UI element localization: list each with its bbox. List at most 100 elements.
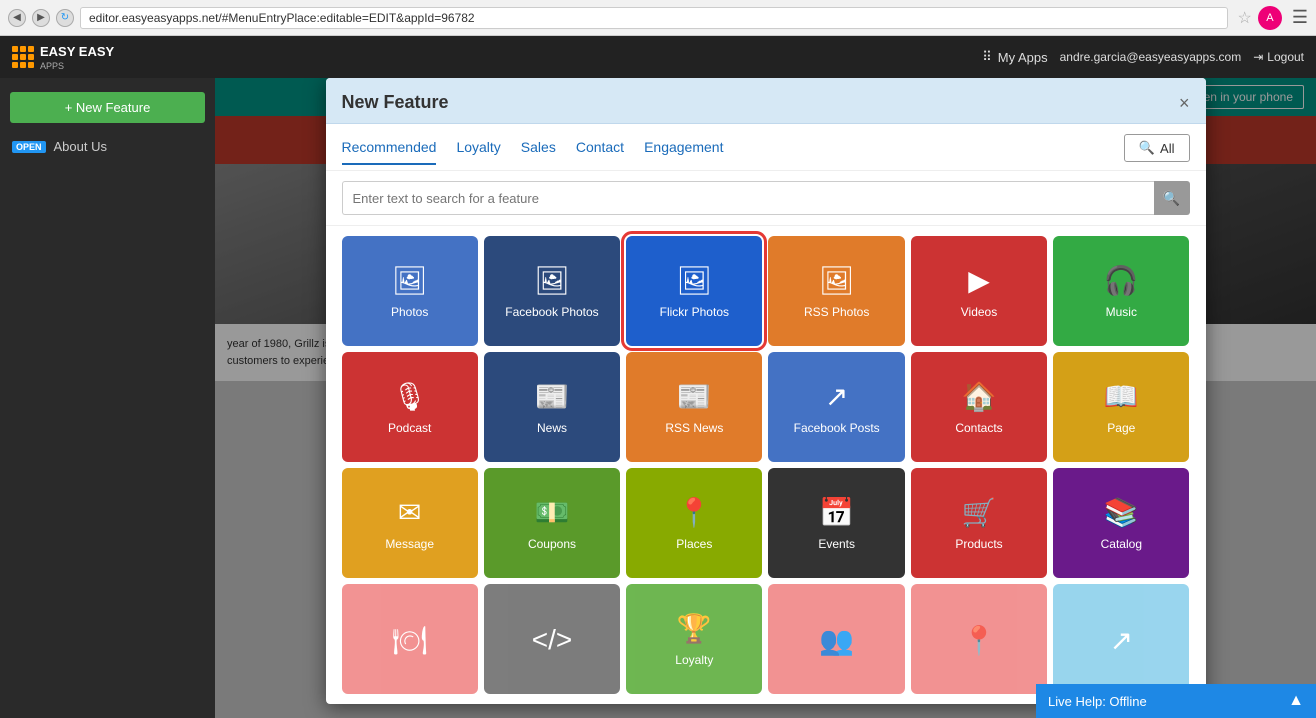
tab-contact[interactable]: Contact [576, 139, 624, 165]
browser-bar: ◀ ▶ ↻ ☆ A ☰ [0, 0, 1316, 36]
feature-grid: 🖼Photos🖼Facebook Photos🖼Flickr Photos🖼RS… [326, 226, 1206, 704]
feature-label: Products [955, 537, 1002, 553]
feature-item[interactable]: 📅 Events [768, 468, 904, 578]
feature-item[interactable]: 🎧 Music [1053, 236, 1189, 346]
feature-label: Loyalty [675, 653, 713, 669]
feature-label: Facebook Posts [794, 421, 880, 437]
tab-loyalty[interactable]: Loyalty [456, 139, 500, 165]
app-header: EASY EASY APPS ⠿ My Apps andre.garcia@ea… [0, 36, 1316, 78]
tab-engagement[interactable]: Engagement [644, 139, 723, 165]
feature-icon: ✉ [398, 496, 421, 529]
feature-item[interactable]: 🖼Flickr Photos [626, 236, 762, 346]
feature-item[interactable]: 🏆 Loyalty [626, 584, 762, 694]
feature-icon: 🏆 [677, 612, 712, 645]
logout-button[interactable]: ⇥ Logout [1253, 50, 1304, 64]
feature-label: Facebook Photos [505, 305, 598, 321]
search-button[interactable]: 🔍 [1154, 181, 1190, 215]
feature-label: Videos [961, 305, 997, 321]
refresh-button[interactable]: ↻ [56, 9, 74, 27]
sidebar-item-label: About Us [54, 139, 107, 154]
modal-close-button[interactable]: × [1179, 94, 1190, 112]
feature-icon: 🖼 [534, 264, 570, 297]
feature-item[interactable]: 🏠 Contacts [911, 352, 1047, 462]
feature-icon: 🍽 [392, 624, 428, 657]
feature-item[interactable]: 🍽 [342, 584, 478, 694]
search-input[interactable] [342, 181, 1154, 215]
feature-item[interactable]: ▶ Videos [911, 236, 1047, 346]
modal-header: New Feature × [326, 78, 1206, 124]
feature-label: News [537, 421, 567, 437]
app-content: + New Feature OPEN About Us Open in your… [0, 78, 1316, 718]
feature-item[interactable]: 🖼 Facebook Photos [484, 236, 620, 346]
expand-icon: ▲ [1288, 692, 1304, 710]
feature-icon: 🖼 [819, 264, 855, 297]
search-icon: 🔍 [1139, 140, 1155, 156]
modal-tabs: Recommended Loyalty Sales Contact Engage… [326, 124, 1206, 171]
feature-label: Events [818, 537, 855, 553]
apps-grid-icon: ⠿ [982, 49, 992, 65]
feature-label: Music [1106, 305, 1137, 321]
feature-icon: 📖 [1104, 380, 1139, 413]
open-badge: OPEN [12, 141, 46, 153]
feature-label: Page [1107, 421, 1135, 437]
feature-label: Catalog [1101, 537, 1142, 553]
feature-icon: 📅 [819, 496, 854, 529]
sidebar: + New Feature OPEN About Us [0, 78, 215, 718]
feature-label: RSS News [665, 421, 723, 437]
user-avatar: A [1258, 6, 1282, 30]
feature-item[interactable]: ↗ [1053, 584, 1189, 694]
main-area: Open in your phone Grillz year of 1980, … [215, 78, 1316, 718]
feature-item[interactable]: ↗ Facebook Posts [768, 352, 904, 462]
feature-item[interactable]: 💵 Coupons [484, 468, 620, 578]
feature-item[interactable]: 📍 Places [626, 468, 762, 578]
url-input[interactable] [80, 7, 1228, 29]
all-button[interactable]: 🔍 All [1124, 134, 1190, 162]
feature-item[interactable]: 👥 [768, 584, 904, 694]
my-apps-button[interactable]: ⠿ My Apps [982, 49, 1047, 65]
feature-label: Places [676, 537, 712, 553]
feature-label: Photos [391, 305, 428, 321]
feature-item[interactable]: 📰 RSS News [626, 352, 762, 462]
feature-item[interactable]: 🖼 Photos [342, 236, 478, 346]
feature-icon: 🖼 [392, 264, 428, 297]
feature-item[interactable]: 📖 Page [1053, 352, 1189, 462]
live-help-bar[interactable]: Live Help: Offline ▲ [1036, 684, 1316, 718]
feature-label: Contacts [955, 421, 1002, 437]
feature-icon: 🛒 [962, 496, 997, 529]
feature-item[interactable]: 🎙Podcast [342, 352, 478, 462]
feature-item[interactable]: 📍 [911, 584, 1047, 694]
feature-icon: ↗ [1110, 624, 1133, 657]
feature-item[interactable]: ✉ Message [342, 468, 478, 578]
feature-item[interactable]: 📰News [484, 352, 620, 462]
bookmark-icon[interactable]: ☆ [1238, 8, 1252, 28]
logo-grid-icon [12, 46, 34, 68]
feature-icon: 📍 [677, 496, 712, 529]
feature-item[interactable]: </> [484, 584, 620, 694]
forward-button[interactable]: ▶ [32, 9, 50, 27]
new-feature-button[interactable]: + New Feature [10, 92, 205, 123]
feature-label: Podcast [388, 421, 431, 437]
search-bar: 🔍 [326, 171, 1206, 226]
feature-label: Message [385, 537, 434, 553]
sidebar-item-about-us[interactable]: OPEN About Us [0, 129, 215, 164]
feature-icon: ↗ [825, 380, 848, 413]
user-email: andre.garcia@easyeasyapps.com [1060, 50, 1242, 64]
feature-icon: 📰 [677, 380, 712, 413]
app-logo: EASY EASY APPS [12, 43, 114, 71]
browser-menu-icon[interactable]: ☰ [1292, 7, 1308, 28]
feature-icon: ▶ [968, 264, 990, 297]
feature-item[interactable]: 🖼RSS Photos [768, 236, 904, 346]
feature-label: Coupons [528, 537, 576, 553]
feature-icon: </> [532, 624, 572, 656]
feature-item[interactable]: 📚 Catalog [1053, 468, 1189, 578]
feature-modal: New Feature × Recommended Loyalty Sales … [326, 78, 1206, 704]
feature-icon: 📚 [1104, 496, 1139, 529]
tab-sales[interactable]: Sales [521, 139, 556, 165]
tab-recommended[interactable]: Recommended [342, 139, 437, 165]
feature-icon: 🏠 [962, 380, 997, 413]
feature-icon: 💵 [535, 496, 570, 529]
feature-icon: 🎧 [1104, 264, 1139, 297]
logout-icon: ⇥ [1253, 50, 1263, 64]
feature-item[interactable]: 🛒 Products [911, 468, 1047, 578]
back-button[interactable]: ◀ [8, 9, 26, 27]
